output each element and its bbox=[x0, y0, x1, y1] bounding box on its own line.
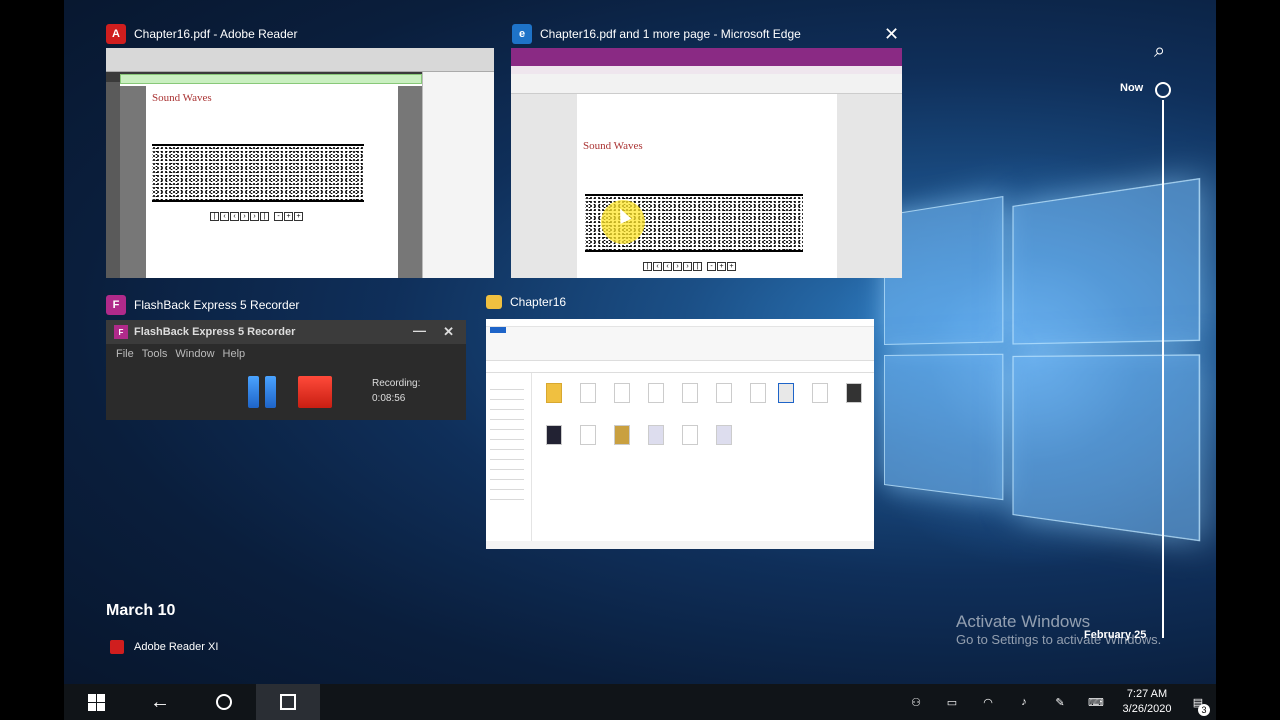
edge-icon: e bbox=[512, 24, 532, 44]
watermark-title: Activate Windows bbox=[956, 612, 1091, 631]
timeline-now-marker[interactable] bbox=[1155, 82, 1171, 98]
flashback-icon: F bbox=[106, 295, 126, 315]
back-button[interactable]: ← bbox=[128, 684, 192, 720]
edge-page-heading: Sound Waves bbox=[583, 140, 643, 152]
menu-window[interactable]: Window bbox=[175, 348, 214, 360]
flashback-icon: F bbox=[114, 325, 128, 339]
flashback-window-label: FlashBack Express 5 Recorder bbox=[134, 298, 300, 312]
edge-window-header[interactable]: e Chapter16.pdf and 1 more page - Micros… bbox=[512, 24, 801, 44]
windows-logo-wallpaper bbox=[884, 164, 1203, 566]
adobe-window-title: Chapter16.pdf - Adobe Reader bbox=[134, 27, 298, 41]
adobe-window-thumbnail[interactable]: Sound Waves | ‹ ‹ › › | - + + bbox=[106, 48, 494, 278]
adobe-left-panel bbox=[106, 82, 120, 278]
adobe-page: Sound Waves | ‹ ‹ › › | - + + bbox=[146, 86, 398, 278]
edge-window-title: Chapter16.pdf and 1 more page - Microsof… bbox=[540, 27, 801, 41]
recording-label: Recording: bbox=[372, 378, 421, 389]
timeline-section-date: March 10 bbox=[106, 602, 176, 619]
flashback-menu: File Tools Window Help bbox=[116, 348, 245, 360]
clock-date: 3/26/2020 bbox=[1122, 703, 1172, 715]
flashback-titlebar-text: FlashBack Express 5 Recorder bbox=[134, 326, 296, 338]
task-view-button[interactable] bbox=[256, 684, 320, 720]
watermark-subtitle: Go to Settings to activate Windows. bbox=[956, 632, 1162, 647]
cortana-button[interactable] bbox=[192, 684, 256, 720]
close-icon[interactable]: ✕ bbox=[884, 24, 899, 45]
back-arrow-icon: ← bbox=[150, 690, 170, 713]
recording-status: Recording: 0:08:56 bbox=[372, 376, 420, 406]
edge-window-thumbnail[interactable]: Sound Waves | ‹ ‹ › › | - + + bbox=[511, 48, 902, 278]
clock-time: 7:27 AM bbox=[1126, 688, 1168, 700]
animation-controls: | ‹ ‹ › › | - + + bbox=[643, 262, 736, 271]
windows-start-icon bbox=[87, 693, 105, 711]
network-icon[interactable]: ◠ bbox=[970, 696, 1006, 709]
edge-address-bar bbox=[511, 66, 902, 74]
start-button[interactable] bbox=[64, 684, 128, 720]
explorer-address-bar bbox=[486, 361, 874, 373]
action-center-button[interactable]: ▤ 3 bbox=[1180, 696, 1216, 716]
taskbar: ← ⚇ ▭ ◠ ♪ ✎ ⌨ 7:27 AM 3/26/2020 ▤ 3 bbox=[64, 684, 1216, 720]
adobe-form-notice bbox=[120, 74, 422, 84]
volume-icon[interactable]: ♪ bbox=[1006, 696, 1042, 708]
sound-wave-figure bbox=[152, 144, 364, 202]
explorer-window-header[interactable]: Chapter16 bbox=[486, 295, 566, 309]
timeline-now-label: Now bbox=[1120, 82, 1144, 94]
timeline-scrollbar[interactable] bbox=[1162, 100, 1164, 638]
flashback-window-thumbnail[interactable]: F FlashBack Express 5 Recorder — ✕ File … bbox=[106, 320, 466, 420]
system-tray: ⚇ ▭ ◠ ♪ ✎ ⌨ 7:27 AM 3/26/2020 ▤ 3 bbox=[898, 684, 1216, 720]
minimize-icon[interactable]: — bbox=[413, 323, 426, 338]
explorer-window-thumbnail[interactable] bbox=[486, 319, 874, 549]
explorer-nav-pane bbox=[486, 373, 532, 543]
folder-icon bbox=[486, 295, 502, 309]
cortana-circle-icon bbox=[216, 694, 232, 710]
notification-badge: 3 bbox=[1198, 703, 1210, 716]
menu-file[interactable]: File bbox=[116, 348, 134, 360]
close-icon[interactable]: ✕ bbox=[443, 324, 454, 340]
activation-watermark: Activate Windows Go to Settings to activ… bbox=[956, 612, 1161, 647]
people-icon[interactable]: ⚇ bbox=[898, 696, 934, 709]
flashback-titlebar: F FlashBack Express 5 Recorder — ✕ bbox=[106, 320, 466, 344]
adobe-window-header[interactable]: A Chapter16.pdf - Adobe Reader bbox=[106, 24, 297, 44]
timeline-activity-item[interactable]: Adobe Reader XI bbox=[110, 640, 218, 654]
adobe-side-panel bbox=[422, 72, 494, 278]
pen-icon[interactable]: ✎ bbox=[1042, 696, 1078, 709]
adobe-toolbar bbox=[106, 48, 494, 72]
task-view-screen: A Chapter16.pdf - Adobe Reader Sound Wav… bbox=[64, 0, 1216, 720]
timeline-activity-label: Adobe Reader XI bbox=[134, 641, 219, 653]
edge-pdf-toolbar bbox=[511, 74, 902, 94]
clock[interactable]: 7:27 AM 3/26/2020 bbox=[1114, 687, 1180, 717]
animation-controls: | ‹ ‹ › › | - + + bbox=[210, 212, 303, 221]
stop-button[interactable] bbox=[298, 376, 332, 408]
adobe-reader-icon: A bbox=[106, 24, 126, 44]
adobe-page-heading: Sound Waves bbox=[152, 92, 212, 104]
explorer-window-title: Chapter16 bbox=[510, 295, 567, 309]
pause-button[interactable] bbox=[248, 376, 276, 408]
keyboard-icon[interactable]: ⌨ bbox=[1078, 696, 1114, 709]
flashback-window-header[interactable]: F FlashBack Express 5 Recorder bbox=[106, 295, 299, 315]
explorer-status-bar bbox=[486, 541, 874, 549]
edge-tab-bar bbox=[511, 48, 902, 66]
menu-help[interactable]: Help bbox=[223, 348, 246, 360]
recording-time: 0:08:56 bbox=[372, 393, 406, 404]
task-view-icon bbox=[280, 694, 296, 710]
battery-icon[interactable]: ▭ bbox=[934, 696, 970, 709]
adobe-reader-icon bbox=[110, 640, 124, 654]
edge-page: Sound Waves | ‹ ‹ › › | - + + bbox=[577, 94, 837, 278]
search-icon[interactable]: ⌕ bbox=[1154, 40, 1165, 63]
menu-tools[interactable]: Tools bbox=[142, 348, 168, 360]
explorer-ribbon bbox=[486, 319, 874, 361]
